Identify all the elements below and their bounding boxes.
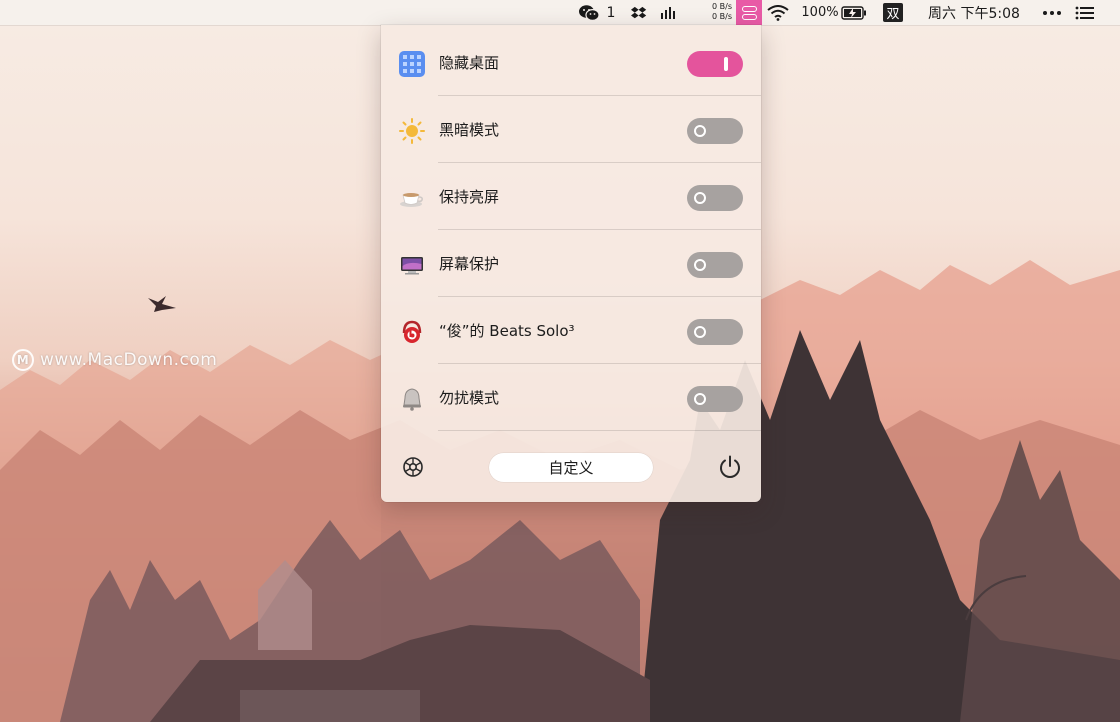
power-icon[interactable] [717,454,743,480]
wechat-icon[interactable] [576,0,602,25]
macdown-logo-icon: M [12,349,34,371]
display-icon [399,252,425,278]
switch-row-dark-mode[interactable]: 黑暗模式 [381,96,761,163]
switch-label: 保持亮屏 [439,188,500,206]
dark-mode-toggle[interactable] [687,118,743,144]
dropbox-icon[interactable] [630,0,648,25]
network-speed[interactable]: 0 B/s 0 B/s [700,2,732,22]
audio-level-icon[interactable] [658,0,680,25]
switch-row-keep-awake[interactable]: 保持亮屏 [381,163,761,230]
panel-footer: 自定义 [381,427,761,502]
watermark: M www.MacDown.com [12,347,217,373]
keep-awake-toggle[interactable] [687,185,743,211]
wechat-count: 1 [606,4,616,21]
hide-desktop-toggle[interactable] [687,51,743,77]
watermark-text: www.MacDown.com [40,350,218,370]
menu-bar: 1 0 B/s 0 B/s 100% 双 周六 下午5:08 [0,0,1120,25]
switch-label: 黑暗模式 [439,121,500,139]
switch-label: “俊”的 Beats Solo³ [439,322,575,340]
bell-icon [399,386,425,412]
battery-charging-icon[interactable] [840,0,868,25]
battery-percent: 100% [801,5,839,20]
net-upload-speed: 0 B/s [712,2,732,11]
switch-row-screen-saver[interactable]: 屏幕保护 [381,230,761,297]
do-not-disturb-toggle[interactable] [687,386,743,412]
clock[interactable]: 周六 下午5:08 [920,0,1028,25]
settings-gear-icon[interactable] [400,454,426,480]
one-switch-menu-icon[interactable] [736,0,762,25]
net-download-speed: 0 B/s [712,12,732,21]
wifi-icon[interactable] [766,0,790,25]
more-icon[interactable] [1040,0,1064,25]
switch-label: 勿扰模式 [439,389,500,407]
switch-label: 屏幕保护 [439,255,500,273]
screen-saver-toggle[interactable] [687,252,743,278]
input-method-icon[interactable]: 双 [883,3,903,22]
notification-center-icon[interactable] [1072,0,1098,25]
switch-row-hide-desktop[interactable]: 隐藏桌面 [381,29,761,96]
grid-icon [399,51,425,77]
customize-button[interactable]: 自定义 [489,453,653,482]
switch-label: 隐藏桌面 [439,54,500,72]
beats-toggle[interactable] [687,319,743,345]
one-switch-panel: 隐藏桌面 黑暗模式 保持亮屏 屏幕保护 “俊”的 Beats Solo³ 勿扰模… [381,25,761,502]
coffee-cup-icon [399,185,425,211]
beats-headphone-icon [399,319,425,345]
switch-row-do-not-disturb[interactable]: 勿扰模式 [381,364,761,431]
sun-icon [399,118,425,144]
switch-row-beats-headphones[interactable]: “俊”的 Beats Solo³ [381,297,761,364]
